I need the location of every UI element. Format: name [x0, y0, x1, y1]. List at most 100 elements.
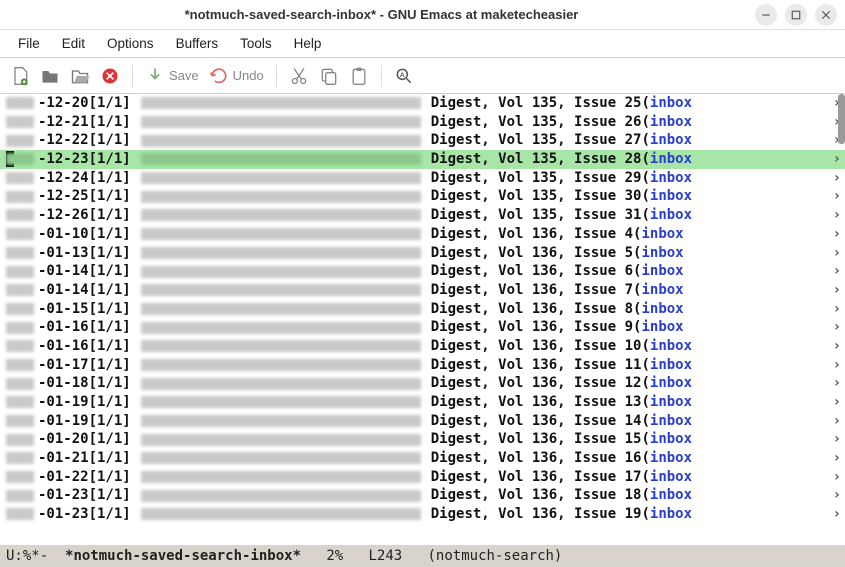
cut-button[interactable] [289, 66, 309, 86]
message-row[interactable]: -01-19 [1/1] Digest, Vol 136, Issue 13 (… [0, 393, 845, 412]
redacted-sender [141, 490, 421, 502]
message-count: [1/1] [89, 356, 131, 375]
minimize-button[interactable] [755, 4, 777, 26]
save-button[interactable]: Save [145, 66, 199, 86]
message-row[interactable]: -12-20 [1/1] Digest, Vol 135, Issue 25 (… [0, 94, 845, 113]
message-tag: inbox [641, 318, 683, 337]
close-file-button[interactable] [100, 66, 120, 86]
menu-buffers[interactable]: Buffers [166, 32, 229, 55]
maximize-button[interactable] [785, 4, 807, 26]
message-count: [1/1] [89, 131, 131, 150]
redacted-author [6, 135, 34, 147]
redacted-author [6, 172, 34, 184]
tag-open-paren: ( [641, 430, 649, 449]
menu-options[interactable]: Options [97, 32, 164, 55]
message-subject: Digest, Vol 136, Issue 11 [431, 356, 642, 375]
tag-open-paren: ( [641, 486, 649, 505]
continuation-arrow-icon: › [833, 468, 841, 487]
undo-button[interactable]: Undo [209, 66, 264, 86]
tool-bar: Save Undo A [0, 58, 845, 94]
tag-open-paren: ( [641, 374, 649, 393]
message-date: -12-24 [38, 169, 89, 188]
message-row[interactable]: -12-23 [1/1] Digest, Vol 135, Issue 28 (… [0, 150, 845, 169]
continuation-arrow-icon: › [833, 169, 841, 188]
message-row[interactable]: -01-19 [1/1] Digest, Vol 136, Issue 14 (… [0, 412, 845, 431]
message-count: [1/1] [89, 505, 131, 524]
message-date: -01-14 [38, 281, 89, 300]
redacted-author [6, 247, 34, 259]
message-row[interactable]: -01-18 [1/1] Digest, Vol 136, Issue 12 (… [0, 374, 845, 393]
message-row[interactable]: -01-22 [1/1] Digest, Vol 136, Issue 17 (… [0, 468, 845, 487]
message-row[interactable]: -12-21 [1/1] Digest, Vol 135, Issue 26 (… [0, 113, 845, 132]
open-folder-button[interactable] [70, 66, 90, 86]
message-row[interactable]: -01-15 [1/1] Digest, Vol 136, Issue 8 (i… [0, 300, 845, 319]
message-date: -01-17 [38, 356, 89, 375]
message-subject: Digest, Vol 135, Issue 26 [431, 113, 642, 132]
menu-edit[interactable]: Edit [52, 32, 95, 55]
message-count: [1/1] [89, 337, 131, 356]
message-count: [1/1] [89, 430, 131, 449]
svg-text:A: A [400, 71, 405, 78]
message-row[interactable]: -01-23 [1/1] Digest, Vol 136, Issue 18 (… [0, 486, 845, 505]
new-file-button[interactable] [10, 66, 30, 86]
tag-open-paren: ( [633, 318, 641, 337]
message-row[interactable]: -01-16 [1/1] Digest, Vol 136, Issue 10 (… [0, 337, 845, 356]
redacted-sender [141, 303, 421, 315]
redacted-author [6, 303, 34, 315]
message-row[interactable]: -01-16 [1/1] Digest, Vol 136, Issue 9 (i… [0, 318, 845, 337]
menu-help[interactable]: Help [284, 32, 332, 55]
message-row[interactable]: -12-26 [1/1] Digest, Vol 135, Issue 31 (… [0, 206, 845, 225]
message-date: -01-15 [38, 300, 89, 319]
redacted-author [6, 490, 34, 502]
message-row[interactable]: -01-23 [1/1] Digest, Vol 136, Issue 19 (… [0, 505, 845, 524]
scrollbar-thumb[interactable] [838, 94, 845, 144]
redacted-author [6, 452, 34, 464]
message-row[interactable]: -01-21 [1/1] Digest, Vol 136, Issue 16 (… [0, 449, 845, 468]
tag-open-paren: ( [641, 505, 649, 524]
modeline-percent: 2% [326, 548, 343, 564]
message-row[interactable]: -12-24 [1/1] Digest, Vol 135, Issue 29 (… [0, 169, 845, 188]
open-file-button[interactable] [40, 66, 60, 86]
message-count: [1/1] [89, 412, 131, 431]
continuation-arrow-icon: › [833, 356, 841, 375]
message-tag: inbox [641, 300, 683, 319]
message-date: -01-18 [38, 374, 89, 393]
message-tag: inbox [641, 281, 683, 300]
save-label: Save [169, 68, 199, 83]
redacted-author [6, 471, 34, 483]
message-count: [1/1] [89, 449, 131, 468]
message-tag: inbox [641, 225, 683, 244]
message-subject: Digest, Vol 135, Issue 30 [431, 187, 642, 206]
modeline-mode: (notmuch-search) [428, 548, 563, 564]
search-button[interactable]: A [394, 66, 414, 86]
paste-button[interactable] [349, 66, 369, 86]
message-row[interactable]: -01-17 [1/1] Digest, Vol 136, Issue 11 (… [0, 356, 845, 375]
message-subject: Digest, Vol 136, Issue 6 [431, 262, 633, 281]
message-row[interactable]: -01-20 [1/1] Digest, Vol 136, Issue 15 (… [0, 430, 845, 449]
message-date: -01-23 [38, 486, 89, 505]
menu-bar: File Edit Options Buffers Tools Help [0, 30, 845, 58]
message-row[interactable]: -12-25 [1/1] Digest, Vol 135, Issue 30 (… [0, 187, 845, 206]
copy-button[interactable] [319, 66, 339, 86]
tag-open-paren: ( [633, 300, 641, 319]
menu-tools[interactable]: Tools [230, 32, 282, 55]
padding [684, 318, 692, 337]
modeline-status: U:%*- [6, 548, 48, 564]
message-row[interactable]: -01-10 [1/1] Digest, Vol 136, Issue 4 (i… [0, 225, 845, 244]
continuation-arrow-icon: › [833, 412, 841, 431]
redacted-sender [141, 340, 421, 352]
redacted-sender [141, 228, 421, 240]
message-tag: inbox [650, 486, 692, 505]
message-row[interactable]: -12-22 [1/1] Digest, Vol 135, Issue 27 (… [0, 131, 845, 150]
continuation-arrow-icon: › [833, 262, 841, 281]
redacted-author [6, 508, 34, 520]
message-subject: Digest, Vol 135, Issue 25 [431, 94, 642, 113]
buffer-content[interactable]: -12-20 [1/1] Digest, Vol 135, Issue 25 (… [0, 94, 845, 545]
message-row[interactable]: -01-14 [1/1] Digest, Vol 136, Issue 6 (i… [0, 262, 845, 281]
message-subject: Digest, Vol 135, Issue 27 [431, 131, 642, 150]
message-row[interactable]: -01-14 [1/1] Digest, Vol 136, Issue 7 (i… [0, 281, 845, 300]
menu-file[interactable]: File [8, 32, 50, 55]
close-button[interactable] [815, 4, 837, 26]
continuation-arrow-icon: › [833, 300, 841, 319]
message-row[interactable]: -01-13 [1/1] Digest, Vol 136, Issue 5 (i… [0, 244, 845, 263]
